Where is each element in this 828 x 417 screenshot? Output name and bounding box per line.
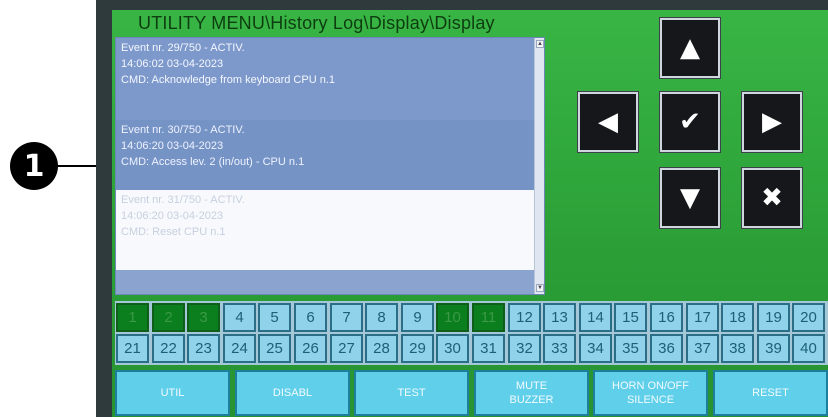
screen-title: UTILITY MENU\History Log\Display\Display [138, 13, 495, 33]
up-button[interactable]: ▲ [659, 17, 721, 79]
zone-10-indicator[interactable]: 10 [436, 303, 469, 332]
scroll-up-icon[interactable]: ▲ [536, 40, 544, 48]
history-log-list[interactable]: Event nr. 29/750 - ACTIV. 14:06:02 03-04… [115, 37, 545, 295]
zone-4-indicator[interactable]: 4 [223, 303, 256, 332]
test-softkey[interactable]: TEST [354, 370, 469, 416]
down-button[interactable]: ▼ [659, 167, 721, 229]
zone-31-indicator[interactable]: 31 [472, 334, 505, 363]
softkey-label: DISABL [272, 387, 313, 399]
zone-39-indicator[interactable]: 39 [757, 334, 790, 363]
zone-28-indicator[interactable]: 28 [365, 334, 398, 363]
zone-34-indicator[interactable]: 34 [579, 334, 612, 363]
reset-softkey[interactable]: RESET [713, 370, 828, 416]
zone-13-indicator[interactable]: 13 [543, 303, 576, 332]
zone-21-indicator[interactable]: 21 [116, 334, 149, 363]
softkey-label: HORN ON/OFF [612, 380, 689, 392]
log-scrollbar[interactable]: ▲ ▼ [534, 38, 544, 294]
arrow-up-icon: ▲ [680, 33, 700, 63]
zone-30-indicator[interactable]: 30 [436, 334, 469, 363]
zone-27-indicator[interactable]: 27 [330, 334, 363, 363]
zone-33-indicator[interactable]: 33 [543, 334, 576, 363]
event-command: CMD: Reset CPU n.1 [121, 226, 226, 238]
zone-2-indicator[interactable]: 2 [152, 303, 185, 332]
horn-on-off-softkey[interactable]: HORN ON/OFF SILENCE [593, 370, 708, 416]
zone-7-indicator[interactable]: 7 [330, 303, 363, 332]
softkey-label: UTIL [160, 387, 185, 399]
right-button[interactable]: ▶ [741, 91, 803, 153]
event-timestamp: 14:06:20 03-04-2023 [121, 140, 224, 152]
zone-14-indicator[interactable]: 14 [579, 303, 612, 332]
zone-6-indicator[interactable]: 6 [294, 303, 327, 332]
zone-5-indicator[interactable]: 5 [258, 303, 291, 332]
zone-3-indicator[interactable]: 3 [187, 303, 220, 332]
arrow-right-icon: ▶ [762, 107, 782, 137]
log-entry-selected[interactable]: Event nr. 30/750 - ACTIV. 14:06:20 03-04… [116, 120, 536, 190]
zone-24-indicator[interactable]: 24 [223, 334, 256, 363]
zone-12-indicator[interactable]: 12 [508, 303, 541, 332]
touch-screen: UTILITY MENU\History Log\Display\Display… [112, 10, 828, 417]
zone-35-indicator[interactable]: 35 [614, 334, 647, 363]
zone-40-indicator[interactable]: 40 [792, 334, 825, 363]
softkey-label: RESET [752, 387, 789, 399]
zone-36-indicator[interactable]: 36 [650, 334, 683, 363]
zone-11-indicator[interactable]: 11 [472, 303, 505, 332]
zone-19-indicator[interactable]: 19 [757, 303, 790, 332]
zone-37-indicator[interactable]: 37 [686, 334, 719, 363]
disabl-softkey[interactable]: DISABL [235, 370, 350, 416]
scroll-down-icon[interactable]: ▼ [536, 284, 544, 292]
mute-softkey[interactable]: MUTE BUZZER [474, 370, 589, 416]
zone-1-indicator[interactable]: 1 [116, 303, 149, 332]
zone-32-indicator[interactable]: 32 [508, 334, 541, 363]
cancel-button[interactable]: ✖ [741, 167, 803, 229]
zone-17-indicator[interactable]: 17 [686, 303, 719, 332]
zone-9-indicator[interactable]: 9 [401, 303, 434, 332]
zone-29-indicator[interactable]: 29 [401, 334, 434, 363]
softkey-label: MUTE [515, 380, 548, 392]
zone-23-indicator[interactable]: 23 [187, 334, 220, 363]
checkmark-icon: ✔ [679, 107, 701, 137]
zone-8-indicator[interactable]: 8 [365, 303, 398, 332]
zone-22-indicator[interactable]: 22 [152, 334, 185, 363]
softkey-bar: UTIL DISABL TEST MUTE BUZZER HORN ON/OFF SILEN… [115, 368, 828, 417]
zone-grid: 1 2 3 4 5 6 7 8 9 10 11 12 13 14 15 16 17 18 19 20 21 22 23 24 2… [115, 301, 828, 365]
log-entry[interactable]: Event nr. 29/750 - ACTIV. 14:06:02 03-04… [116, 38, 536, 120]
event-number: Event nr. 31/750 - ACTIV. [121, 194, 245, 206]
zone-15-indicator[interactable]: 15 [614, 303, 647, 332]
zone-25-indicator[interactable]: 25 [258, 334, 291, 363]
zone-26-indicator[interactable]: 26 [294, 334, 327, 363]
event-number: Event nr. 30/750 - ACTIV. [121, 124, 245, 136]
log-entry[interactable]: Event nr. 31/750 - ACTIV. 14:06:20 03-04… [116, 190, 536, 270]
confirm-button[interactable]: ✔ [659, 91, 721, 153]
event-timestamp: 14:06:20 03-04-2023 [121, 210, 224, 222]
softkey-label-line2: BUZZER [509, 394, 554, 406]
arrow-down-icon: ▼ [680, 183, 700, 213]
zone-16-indicator[interactable]: 16 [650, 303, 683, 332]
event-command: CMD: Acknowledge from keyboard CPU n.1 [121, 74, 335, 86]
util-softkey[interactable]: UTIL [115, 370, 230, 416]
softkey-label-line2: SILENCE [626, 394, 675, 406]
event-command: CMD: Access lev. 2 (in/out) - CPU n.1 [121, 156, 305, 168]
left-button[interactable]: ◀ [577, 91, 639, 153]
event-number: Event nr. 29/750 - ACTIV. [121, 42, 245, 54]
callout-number: 1 [23, 148, 45, 184]
zone-38-indicator[interactable]: 38 [721, 334, 754, 363]
callout-marker-1: 1 [10, 142, 58, 190]
softkey-label: TEST [397, 387, 426, 399]
close-icon: ✖ [761, 183, 783, 213]
zone-18-indicator[interactable]: 18 [721, 303, 754, 332]
event-timestamp: 14:06:02 03-04-2023 [121, 58, 224, 70]
arrow-left-icon: ◀ [598, 107, 618, 137]
zone-20-indicator[interactable]: 20 [792, 303, 825, 332]
